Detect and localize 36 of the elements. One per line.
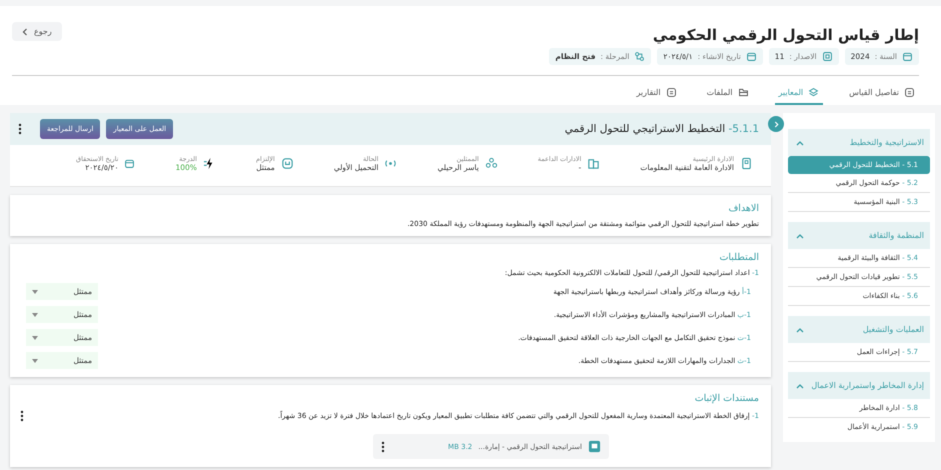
- caret-icon: [796, 140, 804, 146]
- caret-icon: [796, 232, 804, 238]
- back-button[interactable]: رجوع: [12, 22, 62, 41]
- tab[interactable]: تفاصيل القياس: [845, 84, 919, 105]
- calendar-icon: [124, 158, 136, 169]
- collapse-button[interactable]: [768, 116, 784, 132]
- badge-icon: [280, 157, 294, 170]
- more-icon[interactable]: [381, 440, 385, 452]
- caret-icon: [32, 336, 38, 340]
- building-icon: [740, 157, 753, 170]
- caret-icon: [796, 326, 804, 332]
- caret-icon: [32, 358, 38, 362]
- tab[interactable]: التقارير: [632, 84, 681, 105]
- caret-icon: [796, 382, 804, 388]
- layers-icon: [808, 87, 820, 98]
- buildings-icon: [587, 157, 600, 170]
- document-icon: [822, 51, 833, 62]
- nodes-icon: [634, 51, 646, 62]
- list-icon: [666, 87, 677, 98]
- calendar-icon: [902, 51, 913, 62]
- file-icon: [588, 440, 601, 453]
- card-title: الاهداف: [727, 203, 759, 214]
- caret-icon: [32, 312, 38, 316]
- calendar-icon: [746, 51, 757, 62]
- chevron-icon: [22, 28, 28, 36]
- tab[interactable]: الملفات: [702, 84, 753, 105]
- more-icon[interactable]: [20, 410, 24, 422]
- card-title: المتطلبات: [718, 252, 759, 263]
- folder-icon: [738, 87, 749, 98]
- chevron-icon: [774, 120, 778, 128]
- more-icon[interactable]: [18, 123, 22, 135]
- page-title: إطار قياس التحول الرقمي الحكومي: [652, 26, 919, 44]
- people-icon: [484, 157, 498, 170]
- list-icon: [904, 87, 915, 98]
- card-title: مستندات الإثبات: [694, 393, 759, 404]
- caret-icon: [32, 290, 38, 294]
